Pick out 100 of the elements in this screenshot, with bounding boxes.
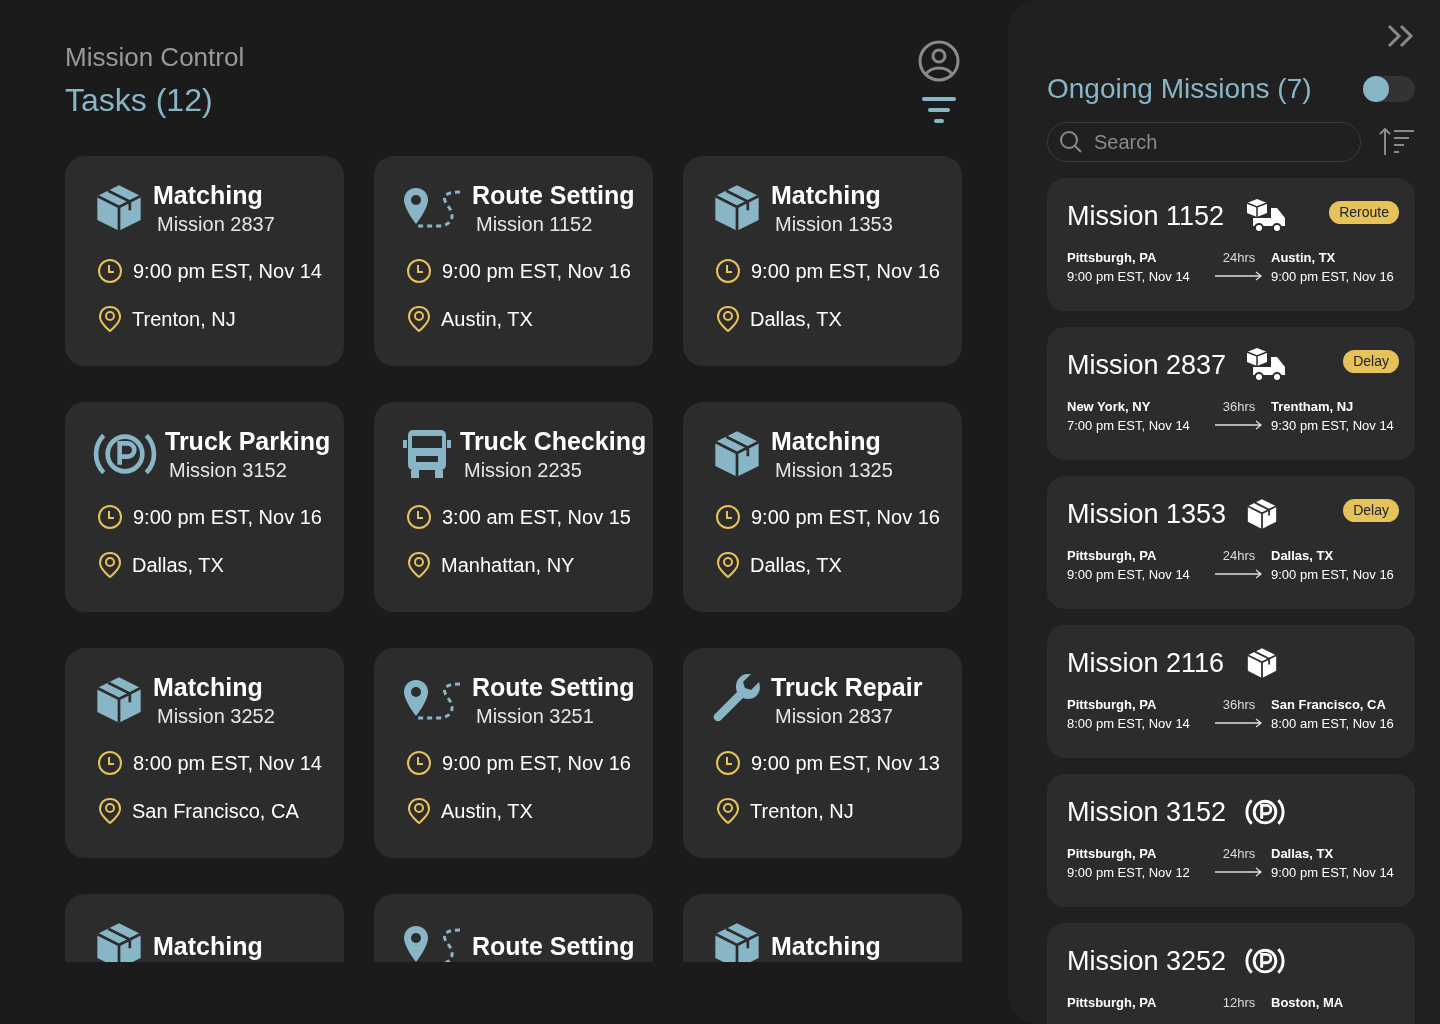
destination-city: Dallas, TX: [1271, 845, 1335, 863]
task-location: Austin, TX: [441, 307, 533, 332]
toggle-switch[interactable]: [1363, 76, 1415, 102]
mission-name: Mission 3152: [1067, 795, 1228, 829]
origin-city: Pittsburgh, PA: [1067, 249, 1158, 267]
task-card[interactable]: Truck Parking Mission 3152 9:00 pm EST, Nov 16 Dallas, TX: [65, 402, 344, 612]
page-title: Tasks (12): [65, 81, 214, 120]
duration: 24hrs: [1222, 845, 1256, 863]
arrival-time: 9:00 pm EST, Nov 16: [1271, 268, 1394, 286]
search-field[interactable]: Search: [1047, 122, 1361, 162]
task-time: 3:00 am EST, Nov 15: [442, 505, 631, 530]
task-card[interactable]: Route Setting Mission 3251 9:00 pm EST, Nov 16 Austin, TX: [374, 648, 653, 858]
departure-time: 9:00 pm EST, Nov 12: [1067, 864, 1191, 882]
task-title: Truck Repair: [771, 672, 923, 703]
task-card[interactable]: Matching: [65, 894, 344, 962]
clock-icon: [406, 258, 432, 284]
task-time: 9:00 pm EST, Nov 16: [133, 505, 322, 530]
mission-card[interactable]: Mission 2837 Delay New York, NY 7:00 pm EST, Nov 14 36hrs Trentham, NJ 9:30 pm EST, Nov 14: [1047, 327, 1415, 460]
status-badge: Reroute: [1329, 200, 1399, 224]
arrival-time: 9:30 pm EST, Nov 14: [1271, 417, 1394, 435]
mission-card[interactable]: Mission 1353 Delay Pittsburgh, PA 9:00 pm EST, Nov 14 24hrs Dallas, TX 9:00 pm EST, Nov 16: [1047, 476, 1415, 609]
task-time: 9:00 pm EST, Nov 13: [751, 751, 940, 776]
task-card[interactable]: Route Setting: [374, 894, 653, 962]
destination-city: Trentham, NJ: [1271, 398, 1355, 416]
task-card[interactable]: Matching: [683, 894, 962, 962]
origin-city: Pittsburgh, PA: [1067, 994, 1158, 1012]
task-card[interactable]: Truck Repair Mission 2837 9:00 pm EST, Nov 13 Trenton, NJ: [683, 648, 962, 858]
collapse-icon[interactable]: [1387, 24, 1415, 48]
task-time: 8:00 pm EST, Nov 14: [133, 751, 322, 776]
arrow-icon: [1215, 420, 1263, 430]
location-pin-icon: [98, 551, 122, 579]
origin-city: Pittsburgh, PA: [1067, 696, 1158, 714]
app-subtitle: Mission Control: [65, 41, 245, 74]
task-card[interactable]: Truck Checking Mission 2235 3:00 am EST, Nov 15 Manhattan, NY: [374, 402, 653, 612]
origin-city: Pittsburgh, PA: [1067, 845, 1158, 863]
arrow-icon: [1215, 569, 1263, 579]
location-pin-icon: [407, 551, 431, 579]
mission-card[interactable]: Mission 3252 Pittsburgh, PA 12hrs Boston, MA: [1047, 923, 1415, 1024]
mission-number: Mission 3152: [168, 458, 288, 483]
task-title: Truck Checking: [460, 426, 647, 457]
destination-city: Austin, TX: [1271, 249, 1337, 267]
mission-number: Mission 2837: [774, 704, 894, 729]
search-icon: [1059, 130, 1083, 154]
task-title: Truck Parking: [165, 426, 331, 457]
box-icon: [1245, 646, 1279, 680]
task-card[interactable]: Matching Mission 1325 9:00 pm EST, Nov 16 Dallas, TX: [683, 402, 962, 612]
status-badge: Delay: [1343, 498, 1399, 522]
task-title: Matching: [771, 180, 882, 211]
clock-icon: [406, 504, 432, 530]
mission-number: Mission 3252: [156, 704, 275, 729]
mission-name: Mission 1353: [1067, 497, 1228, 531]
panel-title: Ongoing Missions (7): [1047, 72, 1312, 106]
location-pin-icon: [407, 305, 431, 333]
arrival-time: 9:00 pm EST, Nov 16: [1271, 566, 1394, 584]
sort-icon[interactable]: [1379, 127, 1415, 157]
task-time: 9:00 pm EST, Nov 16: [751, 505, 940, 530]
destination-city: Dallas, TX: [1271, 547, 1335, 565]
departure-time: 9:00 pm EST, Nov 14: [1067, 268, 1191, 286]
mission-number: Mission 3251: [475, 704, 595, 729]
clock-icon: [406, 750, 432, 776]
mission-name: Mission 3252: [1067, 944, 1228, 978]
mission-card[interactable]: Mission 2116 Pittsburgh, PA 8:00 pm EST, Nov 14 36hrs San Francisco, CA 8:00 am EST, Nov 16: [1047, 625, 1415, 758]
origin-city: New York, NY: [1067, 398, 1152, 416]
departure-time: 8:00 pm EST, Nov 14: [1067, 715, 1191, 733]
task-card[interactable]: Route Setting Mission 1152 9:00 pm EST, Nov 16 Austin, TX: [374, 156, 653, 366]
mission-card[interactable]: Mission 3152 Pittsburgh, PA 9:00 pm EST, Nov 12 24hrs Dallas, TX 9:00 pm EST, Nov 14: [1047, 774, 1415, 907]
departure-time: 7:00 pm EST, Nov 14: [1067, 417, 1191, 435]
mission-card[interactable]: Mission 1152 Reroute Pittsburgh, PA 9:00 pm EST, Nov 14 24hrs Austin, TX 9:00 pm EST, Nov 16: [1047, 178, 1415, 311]
location-pin-icon: [407, 797, 431, 825]
clock-icon: [97, 258, 123, 284]
task-location: Dallas, TX: [750, 553, 842, 578]
task-title: Matching: [771, 426, 882, 457]
origin-city: Pittsburgh, PA: [1067, 547, 1158, 565]
mission-number: Mission 1152: [475, 212, 594, 237]
destination-city: Boston, MA: [1271, 994, 1344, 1012]
arrival-time: 9:00 pm EST, Nov 14: [1271, 864, 1394, 882]
task-location: Dallas, TX: [132, 553, 224, 578]
filter-icon[interactable]: [921, 96, 957, 124]
task-location: Trenton, NJ: [750, 799, 854, 824]
task-title: Route Setting: [472, 931, 635, 962]
duration: 24hrs: [1222, 547, 1256, 565]
task-location: Austin, TX: [441, 799, 533, 824]
duration: 36hrs: [1222, 696, 1256, 714]
task-title: Route Setting: [472, 672, 635, 703]
clock-icon: [715, 750, 741, 776]
task-time: 9:00 pm EST, Nov 16: [442, 751, 631, 776]
truck-icon: [1245, 198, 1287, 234]
task-card[interactable]: Matching Mission 3252 8:00 pm EST, Nov 14 San Francisco, CA: [65, 648, 344, 858]
task-time: 9:00 pm EST, Nov 14: [133, 259, 322, 284]
location-pin-icon: [716, 797, 740, 825]
arrow-icon: [1215, 867, 1263, 877]
task-title: Route Setting: [472, 180, 635, 211]
task-card[interactable]: Matching Mission 1353 9:00 pm EST, Nov 16 Dallas, TX: [683, 156, 962, 366]
departure-time: 9:00 pm EST, Nov 14: [1067, 566, 1191, 584]
mission-number: Mission 1353: [774, 212, 893, 237]
duration: 36hrs: [1222, 398, 1256, 416]
duration: 24hrs: [1222, 249, 1256, 267]
task-card[interactable]: Matching Mission 2837 9:00 pm EST, Nov 14 Trenton, NJ: [65, 156, 344, 366]
location-pin-icon: [98, 305, 122, 333]
user-icon[interactable]: [918, 40, 960, 82]
